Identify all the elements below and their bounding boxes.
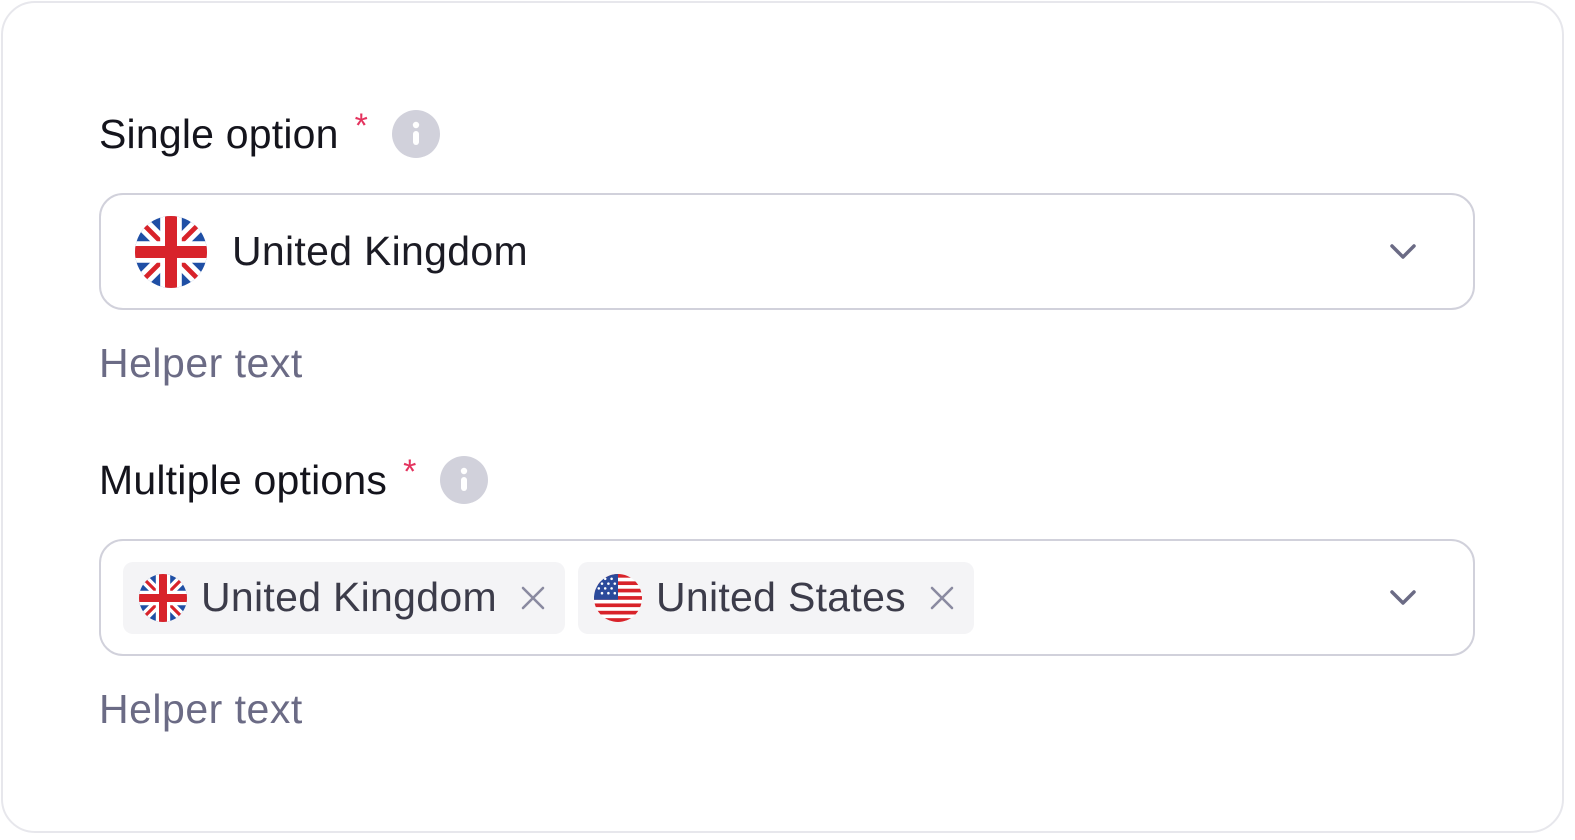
selected-value: United Kingdom [232,228,528,274]
field-label-row: Single option * [99,107,1475,161]
chip-label: United States [655,574,906,620]
chevron-down-icon[interactable] [1389,243,1417,261]
selected-chip-united-states: United States [577,561,974,634]
field-label: Single option [99,110,339,157]
uk-flag-icon [139,574,187,622]
field-label-row: Multiple options * [99,453,1475,507]
helper-text: Helper text [99,686,303,732]
single-select[interactable]: United Kingdom [99,193,1475,310]
multi-select[interactable]: United Kingdom United States [99,539,1475,656]
form-card: Single option * United Kingdom Helper te… [1,1,1564,833]
chip-label: United Kingdom [201,574,497,620]
required-asterisk: * [354,106,368,145]
multiple-options-field: Multiple options * United Kingdom United… [99,453,1475,733]
info-icon[interactable] [391,110,440,158]
uk-flag-icon [135,216,207,288]
helper-text: Helper text [99,340,303,386]
field-label: Multiple options [99,456,388,503]
info-icon[interactable] [440,456,489,504]
required-asterisk: * [403,452,417,491]
us-flag-icon [594,574,642,622]
chevron-down-icon[interactable] [1389,589,1417,607]
close-icon[interactable] [928,584,956,612]
selected-chip-united-kingdom: United Kingdom [123,561,565,634]
single-option-field: Single option * United Kingdom Helper te… [99,107,1475,387]
close-icon[interactable] [519,584,547,612]
